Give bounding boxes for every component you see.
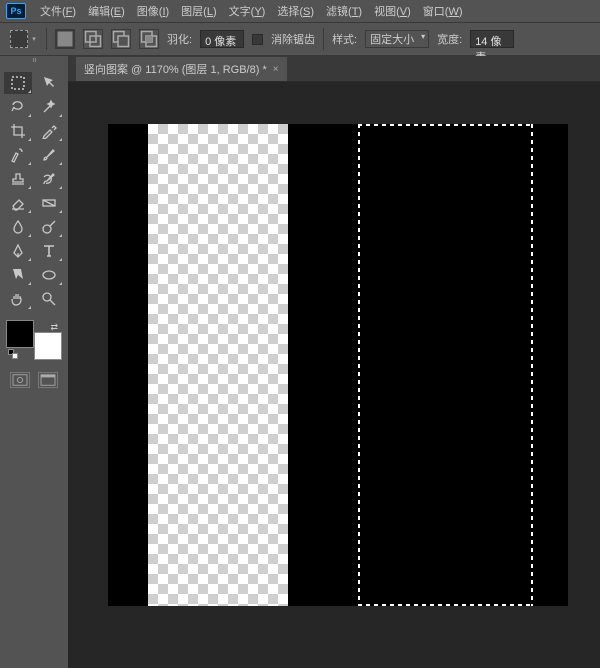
close-icon[interactable]: × (273, 64, 279, 75)
blur-tool[interactable] (4, 216, 32, 238)
width-input[interactable]: 14 像素 (470, 30, 514, 48)
eyedropper-tool[interactable] (35, 120, 63, 142)
tools-panel: ⇄ (0, 56, 68, 668)
document-tab[interactable]: 竖向图案 @ 1170% (图层 1, RGB/8) * × (76, 57, 287, 81)
tool-preset-dropdown-icon[interactable]: ▾ (30, 35, 38, 43)
separator (323, 28, 324, 50)
transparent-region (148, 124, 288, 606)
hand-tool[interactable] (4, 288, 32, 310)
menu-file-key: F (66, 6, 73, 18)
foreground-color-swatch[interactable] (6, 320, 34, 348)
lasso-tool[interactable] (4, 96, 32, 118)
canvas-area[interactable] (68, 82, 600, 668)
menu-bar: Ps 文件(F) 编辑(E) 图像(I) 图层(L) 文字(Y) 选择(S) 滤… (0, 0, 600, 22)
selection-new-icon[interactable] (55, 29, 75, 49)
menu-type-key: Y (254, 6, 261, 18)
tool-preset-icon[interactable] (10, 30, 28, 48)
separator (46, 28, 47, 50)
magic-wand-tool[interactable] (35, 96, 63, 118)
selection-subtract-icon[interactable] (111, 29, 131, 49)
menu-edit-key: E (114, 6, 121, 18)
document-region: 竖向图案 @ 1170% (图层 1, RGB/8) * × (68, 56, 600, 668)
workspace: ⇄ 竖向图案 @ 1170% (图层 1, RGB/8) * × (0, 56, 600, 668)
menu-layer-key: L (207, 6, 213, 18)
menu-layer-label: 图层 (181, 6, 203, 18)
eraser-tool[interactable] (4, 192, 32, 214)
dodge-tool[interactable] (35, 216, 63, 238)
color-swatch: ⇄ (6, 320, 62, 360)
menu-file-label: 文件 (40, 6, 62, 18)
tool-grid (0, 68, 68, 314)
width-label: 宽度: (437, 31, 462, 47)
pen-tool[interactable] (4, 240, 32, 262)
panel-handle-icon[interactable] (0, 56, 68, 64)
menu-type-label: 文字 (229, 6, 251, 18)
menu-filter-label: 滤镜 (326, 6, 348, 18)
menu-file[interactable]: 文件(F) (36, 1, 80, 21)
feather-input[interactable]: 0 像素 (200, 30, 244, 48)
stamp-tool[interactable] (4, 168, 32, 190)
document-tabs: 竖向图案 @ 1170% (图层 1, RGB/8) * × (68, 56, 600, 82)
brush-tool[interactable] (35, 144, 63, 166)
selection-intersect-icon[interactable] (139, 29, 159, 49)
menu-window-key: W (448, 6, 458, 18)
antialias-checkbox[interactable] (252, 34, 263, 45)
menu-view-key: V (400, 6, 407, 18)
feather-label: 羽化: (167, 31, 192, 47)
menu-select-label: 选择 (277, 6, 299, 18)
style-label: 样式: (332, 31, 357, 47)
background-color-swatch[interactable] (34, 332, 62, 360)
healing-brush-tool[interactable] (4, 144, 32, 166)
menu-window[interactable]: 窗口(W) (419, 1, 467, 21)
menu-filter-key: T (352, 6, 359, 18)
path-select-tool[interactable] (4, 264, 32, 286)
menu-select-key: S (303, 6, 310, 18)
menu-edit[interactable]: 编辑(E) (84, 1, 129, 21)
menu-view-label: 视图 (374, 6, 396, 18)
zoom-tool[interactable] (35, 288, 63, 310)
screenmode-icon[interactable] (38, 372, 58, 388)
menu-view[interactable]: 视图(V) (370, 1, 415, 21)
app-logo: Ps (6, 3, 26, 19)
canvas-artboard (108, 124, 568, 606)
document-tab-title: 竖向图案 @ 1170% (图层 1, RGB/8) * (84, 61, 267, 77)
shape-tool[interactable] (35, 264, 63, 286)
gradient-tool[interactable] (35, 192, 63, 214)
type-tool[interactable] (35, 240, 63, 262)
mode-row (0, 366, 68, 394)
menu-edit-label: 编辑 (88, 6, 110, 18)
style-value: 固定大小 (370, 31, 414, 47)
style-select[interactable]: 固定大小 (365, 30, 429, 48)
swap-colors-icon[interactable]: ⇄ (50, 322, 58, 333)
menu-image[interactable]: 图像(I) (133, 1, 173, 21)
menu-image-label: 图像 (137, 6, 159, 18)
move-tool[interactable] (35, 72, 63, 94)
menu-image-key: I (162, 6, 165, 18)
options-bar: ▾ 羽化: 0 像素 消除锯齿 样式: 固定大小 宽度: 14 像素 (0, 22, 600, 56)
menu-select[interactable]: 选择(S) (273, 1, 318, 21)
history-brush-tool[interactable] (35, 168, 63, 190)
marquee-tool[interactable] (4, 72, 32, 94)
selection-marquee (358, 124, 533, 606)
quickmask-icon[interactable] (10, 372, 30, 388)
antialias-label: 消除锯齿 (271, 31, 315, 47)
crop-tool[interactable] (4, 120, 32, 142)
menu-filter[interactable]: 滤镜(T) (322, 1, 366, 21)
menu-type[interactable]: 文字(Y) (225, 1, 270, 21)
menu-window-label: 窗口 (423, 6, 445, 18)
menu-layer[interactable]: 图层(L) (177, 1, 220, 21)
default-colors-icon[interactable] (8, 349, 18, 359)
selection-add-icon[interactable] (83, 29, 103, 49)
